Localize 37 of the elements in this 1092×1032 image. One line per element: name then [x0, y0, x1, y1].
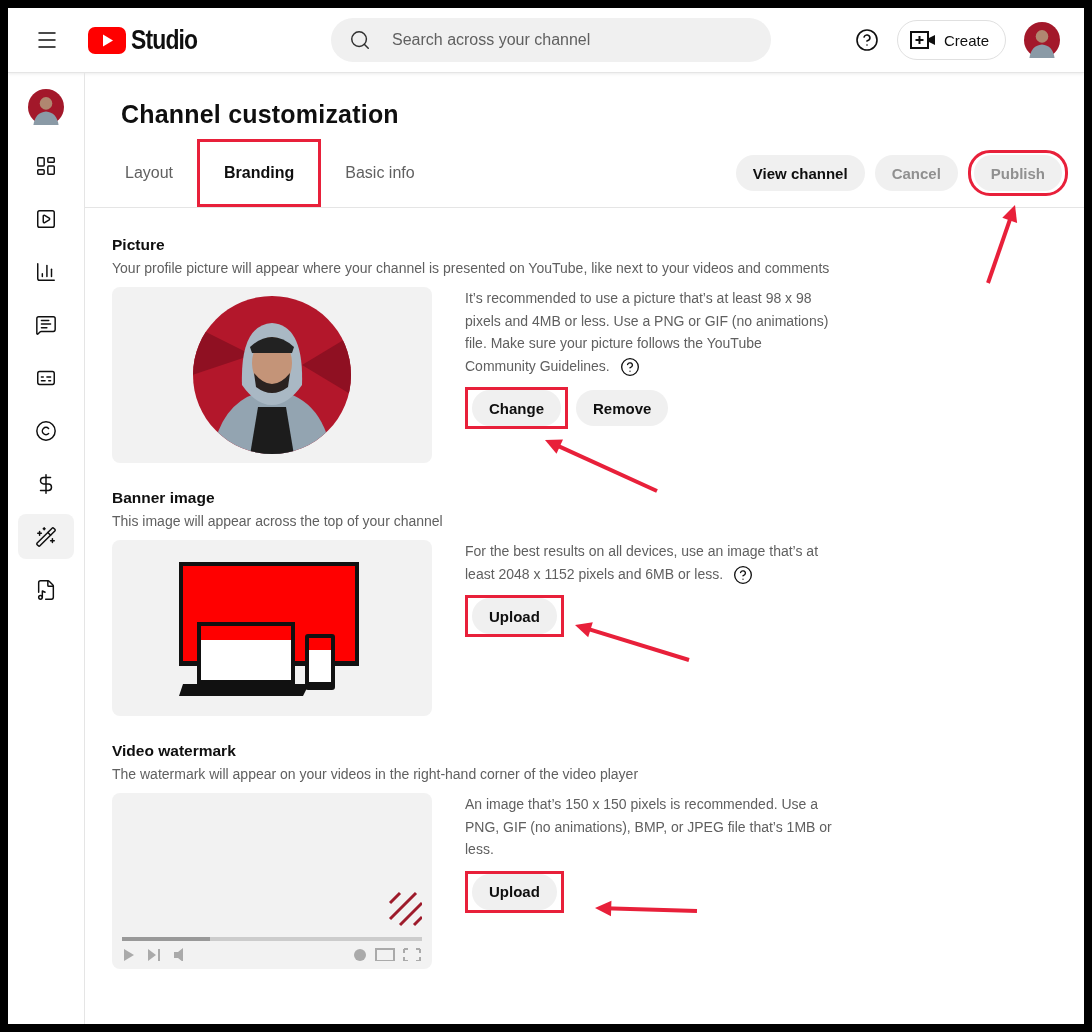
info-text: An image that’s 150 x 150 pixels is recommended. Use a PNG, GIF (no animations), BMP, or JPEG file that’s 1MB or less. [465, 795, 833, 859]
tab[interactable]: Branding [220, 142, 299, 204]
help-icon[interactable] [619, 356, 640, 377]
section-description: The watermark will appear on your videos in the right-hand corner of the video player [112, 766, 640, 782]
help-icon[interactable] [733, 564, 754, 585]
search-icon [349, 29, 371, 51]
search-field[interactable]: Search across your channel [331, 18, 771, 62]
section-button[interactable]: Upload [472, 598, 557, 634]
section-button[interactable]: Remove [576, 390, 669, 426]
video-plus-icon [909, 30, 936, 50]
logo-text: Studio [131, 24, 198, 56]
section-description: This image will appear across the top of your channel [112, 513, 444, 529]
tab[interactable]: Basic info [341, 139, 419, 207]
tab[interactable]: Layout [121, 139, 178, 207]
section-heading: Banner image [112, 489, 216, 507]
magic-wand-icon [35, 525, 57, 548]
page-title: Channel customization [121, 100, 400, 129]
section-heading: Video watermark [112, 742, 237, 760]
create-button[interactable]: Create [896, 20, 1006, 60]
copyright-icon [35, 419, 57, 442]
info-text: For the best results on all devices, use an image that’s at least 2048 x 1152 pixels and 6MB or less. [465, 540, 833, 585]
info-text: It’s recommended to use a picture that’s at least 98 x 98 pixels and 4MB or less. Use a PNG or GIF (no animations) file. Make sure your picture follows the YouTube Community Guidelines. [465, 287, 833, 377]
dashboard-icon [35, 154, 57, 177]
avatar[interactable] [28, 89, 64, 125]
help-icon[interactable] [854, 28, 879, 52]
section-description: Your profile picture will appear where your channel is presented on YouTube, like next to your videos and comments [112, 260, 831, 276]
section-heading: Picture [112, 236, 166, 254]
bar-chart-icon [35, 260, 57, 283]
play-logo-icon [88, 26, 126, 54]
avatar[interactable] [1024, 22, 1060, 58]
section-button[interactable]: Upload [472, 873, 557, 910]
action-button[interactable]: View channel [735, 155, 865, 191]
music-file-icon [35, 578, 57, 601]
sidebar-item[interactable] [18, 514, 74, 559]
comment-icon [35, 313, 57, 336]
section-button[interactable]: Change [472, 390, 561, 426]
video-library-icon [35, 207, 57, 230]
